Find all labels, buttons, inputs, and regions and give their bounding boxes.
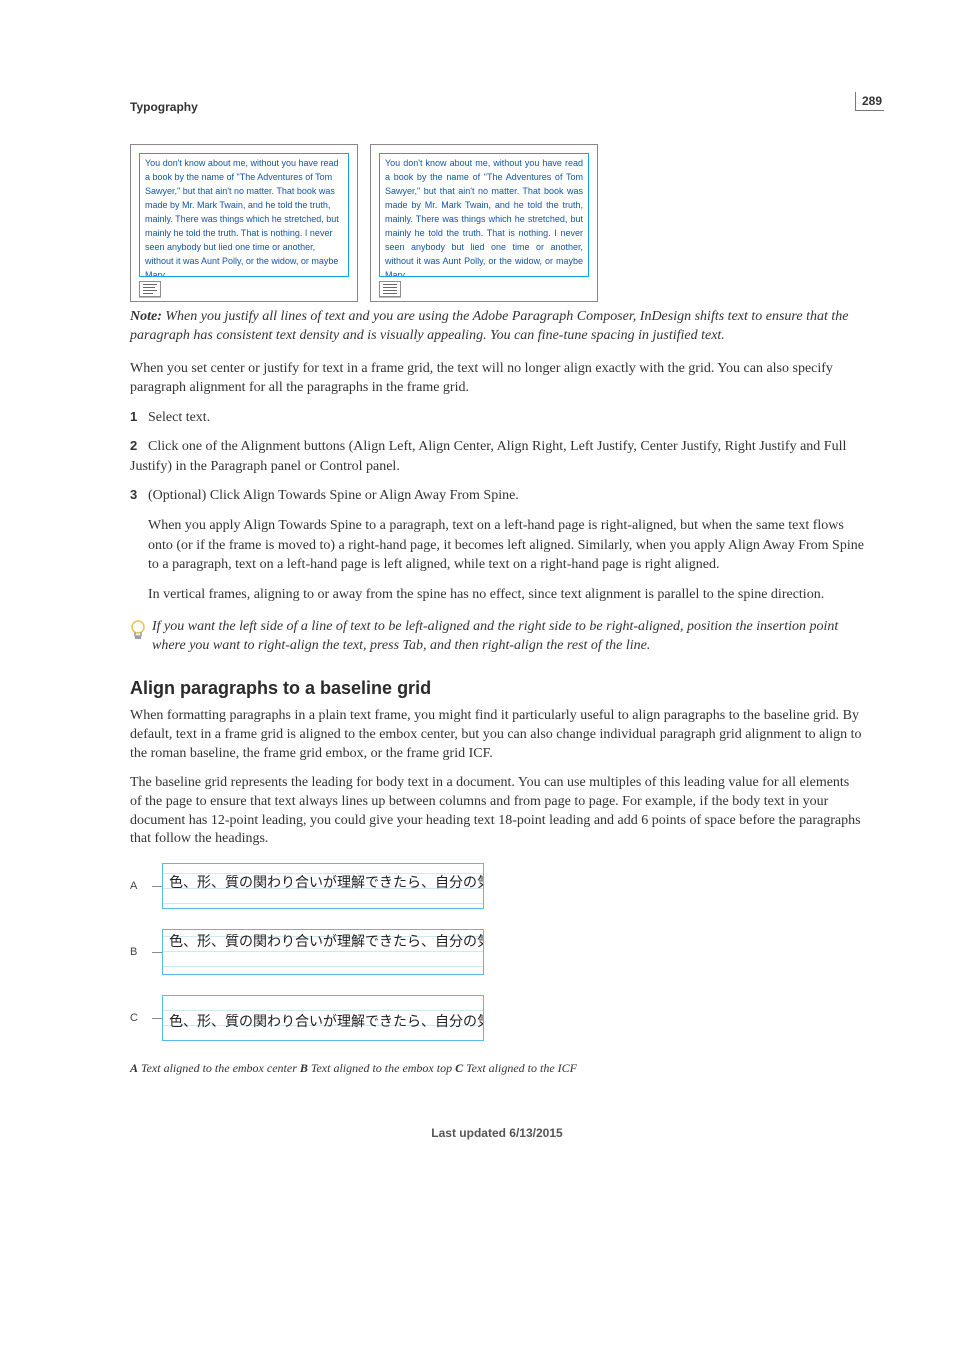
baseline-row-b: B 色、形、質の関わり合いが理解できたら、自分の気に入	[130, 929, 864, 975]
steps-list: 1Select text. 2Click one of the Alignmen…	[130, 408, 864, 605]
justify-sample-figure: You don't know about me, without you hav…	[130, 144, 864, 302]
jp-text-c: 色、形、質の関わり合いが理解できたら、自分の気に入	[169, 1011, 479, 1031]
baseline-box-b: 色、形、質の関わり合いが理解できたら、自分の気に入	[162, 929, 484, 975]
sample-text-right: You don't know about me, without you hav…	[379, 153, 589, 277]
baseline-para-1: When formatting paragraphs in a plain te…	[130, 707, 864, 764]
footer-last-updated: Last updated 6/13/2015	[130, 1126, 864, 1140]
tip-block: If you want the left side of a line of t…	[130, 618, 864, 656]
tip-text: If you want the left side of a line of t…	[152, 618, 864, 656]
intro-paragraph: When you set center or justify for text …	[130, 360, 864, 398]
fig-cap-b-label: B	[300, 1061, 308, 1075]
step-2-text: Click one of the Alignment buttons (Alig…	[130, 439, 846, 474]
justify-last-left-icon	[139, 281, 161, 297]
note-block: Note: When you justify all lines of text…	[130, 308, 864, 346]
fig-cap-b-text: Text aligned to the embox top	[308, 1061, 455, 1075]
connector-a	[152, 886, 162, 887]
sample-box-right: You don't know about me, without you hav…	[370, 144, 598, 302]
step-1: 1Select text.	[130, 408, 864, 428]
fig-cap-a-text: Text aligned to the embox center	[138, 1061, 300, 1075]
baseline-label-c: C	[130, 1012, 152, 1024]
step-3: 3(Optional) Click Align Towards Spine or…	[130, 486, 864, 604]
step-3-sub-1: When you apply Align Towards Spine to a …	[148, 516, 864, 575]
step-3-number: 3	[130, 486, 148, 504]
baseline-label-a: A	[130, 880, 152, 892]
baseline-para-2: The baseline grid represents the leading…	[130, 774, 864, 850]
step-3-sub-2: In vertical frames, aligning to or away …	[148, 585, 864, 605]
heading-align-baseline: Align paragraphs to a baseline grid	[130, 678, 864, 699]
connector-c	[152, 1018, 162, 1019]
baseline-figure: A 色、形、質の関わり合いが理解できたら、自分の気に入 B 色、形、質の関わり合…	[130, 863, 864, 1041]
step-2: 2Click one of the Alignment buttons (Ali…	[130, 437, 864, 476]
page-number: 289	[855, 92, 884, 111]
connector-b	[152, 952, 162, 953]
baseline-label-b: B	[130, 946, 152, 958]
note-text: When you justify all lines of text and y…	[130, 309, 848, 343]
fig-cap-c-text: Text aligned to the ICF	[463, 1061, 577, 1075]
jp-text-b: 色、形、質の関わり合いが理解できたら、自分の気に入	[169, 931, 479, 951]
sample-text-left: You don't know about me, without you hav…	[139, 153, 349, 277]
baseline-box-a: 色、形、質の関わり合いが理解できたら、自分の気に入	[162, 863, 484, 909]
justify-all-icon	[379, 281, 401, 297]
baseline-row-a: A 色、形、質の関わり合いが理解できたら、自分の気に入	[130, 863, 864, 909]
note-label: Note:	[130, 309, 162, 324]
step-1-number: 1	[130, 408, 148, 426]
fig-cap-c-label: C	[455, 1061, 463, 1075]
step-1-text: Select text.	[148, 410, 210, 425]
baseline-box-c: 色、形、質の関わり合いが理解できたら、自分の気に入	[162, 995, 484, 1041]
step-3-text: (Optional) Click Align Towards Spine or …	[148, 488, 519, 503]
step-2-number: 2	[130, 437, 148, 455]
sample-box-left: You don't know about me, without you hav…	[130, 144, 358, 302]
baseline-row-c: C 色、形、質の関わり合いが理解できたら、自分の気に入	[130, 995, 864, 1041]
figure-caption: A Text aligned to the embox center B Tex…	[130, 1061, 864, 1076]
lightbulb-icon	[130, 620, 146, 642]
section-label: Typography	[130, 100, 864, 114]
fig-cap-a-label: A	[130, 1061, 138, 1075]
jp-text-a: 色、形、質の関わり合いが理解できたら、自分の気に入	[169, 872, 479, 892]
